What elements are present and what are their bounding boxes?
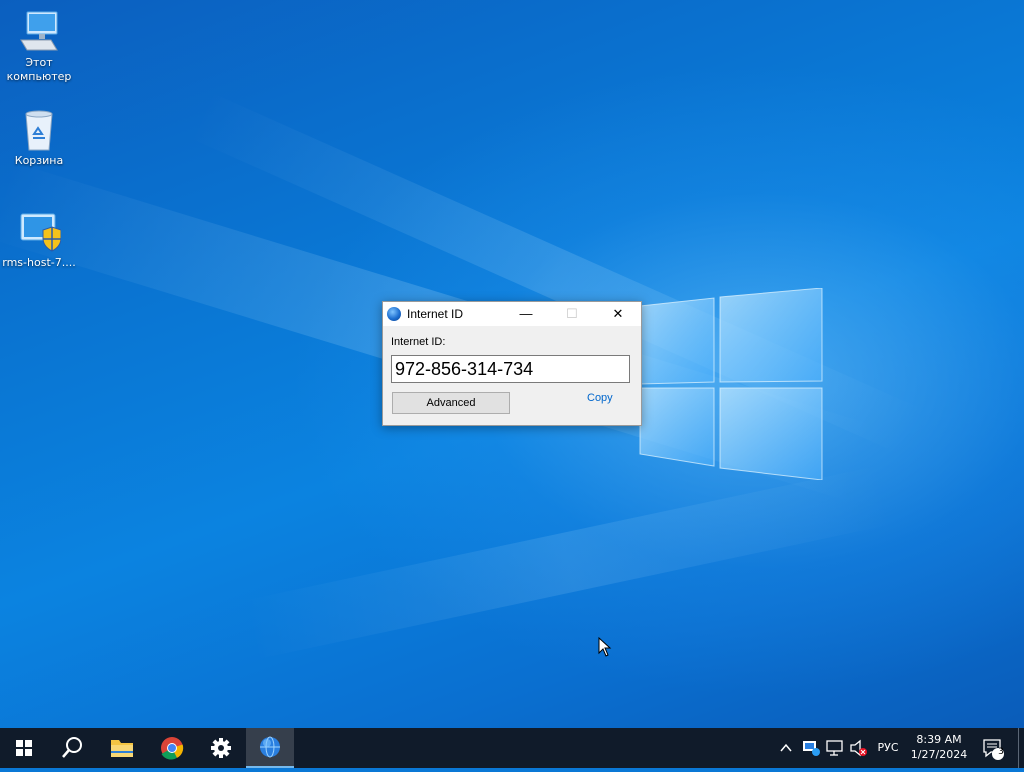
network-tray-button[interactable] — [824, 728, 846, 768]
desktop-icon-recycle-bin[interactable]: Корзина — [1, 108, 77, 168]
volume-tray-button[interactable] — [848, 728, 870, 768]
clock-date: 1/27/2024 — [910, 748, 968, 761]
show-desktop-button[interactable] — [1018, 728, 1024, 768]
globe-icon — [260, 736, 280, 758]
search-icon — [62, 737, 82, 758]
windows-start-icon — [16, 740, 32, 756]
windows-logo-wallpaper — [639, 288, 823, 480]
folder-icon — [111, 740, 133, 757]
maximize-button: ☐ — [566, 306, 578, 321]
internet-id-label: Internet ID: — [391, 336, 446, 348]
desktop-icon-label: Этот компьютер — [6, 56, 72, 83]
desktop-icon-rms-host[interactable]: rms-host-7.... — [1, 210, 77, 270]
minimize-button[interactable]: — — [503, 302, 549, 326]
copy-link[interactable]: Copy — [587, 392, 613, 404]
taskbar: РУС 8:39 AM 1/27/2024 3 — [0, 728, 1024, 768]
mouse-cursor-icon — [598, 637, 612, 657]
light-beam — [243, 465, 893, 660]
recycle-bin-icon — [17, 108, 61, 152]
installer-shield-icon — [17, 210, 62, 254]
desktop-icon-this-pc[interactable]: Этот компьютер — [1, 10, 77, 84]
advanced-button[interactable]: Advanced — [392, 392, 510, 414]
dialog-title: Internet ID — [407, 307, 464, 321]
action-center-button[interactable]: 3 — [978, 728, 1008, 768]
globe-icon — [387, 307, 401, 321]
volume-muted-icon — [850, 739, 867, 757]
chrome-icon — [161, 737, 184, 760]
network-icon — [826, 740, 843, 756]
dialog-titlebar[interactable]: Internet ID — ☐ ✕ — [383, 302, 641, 326]
close-button[interactable]: ✕ — [595, 302, 641, 326]
notification-count-badge: 3 — [998, 747, 1004, 757]
internet-id-field[interactable]: 972-856-314-734 — [391, 355, 630, 383]
language-indicator[interactable]: РУС — [872, 728, 904, 768]
tray-app-icon[interactable] — [800, 728, 822, 768]
desktop-icon-label: rms-host-7.... — [2, 256, 76, 269]
file-explorer-button[interactable] — [98, 728, 146, 768]
clock-time: 8:39 AM — [916, 733, 962, 746]
internet-id-dialog: Internet ID — ☐ ✕ Internet ID: 972-856-3… — [382, 301, 642, 426]
show-hidden-icons-button[interactable] — [776, 728, 796, 768]
chrome-button[interactable] — [148, 728, 196, 768]
remote-host-tray-icon — [803, 741, 820, 756]
this-pc-icon — [17, 10, 61, 54]
search-button[interactable] — [48, 728, 96, 768]
desktop: Этот компьютер Корзина rms-host-7.... In… — [0, 0, 1024, 728]
start-button[interactable] — [0, 728, 48, 768]
settings-button[interactable] — [197, 728, 245, 768]
desktop-icon-label: Корзина — [14, 154, 64, 167]
chevron-up-icon — [780, 743, 792, 752]
internet-id-taskbar-button[interactable] — [246, 728, 294, 768]
gear-icon — [211, 738, 231, 758]
clock[interactable]: 8:39 AM 1/27/2024 — [906, 732, 972, 762]
